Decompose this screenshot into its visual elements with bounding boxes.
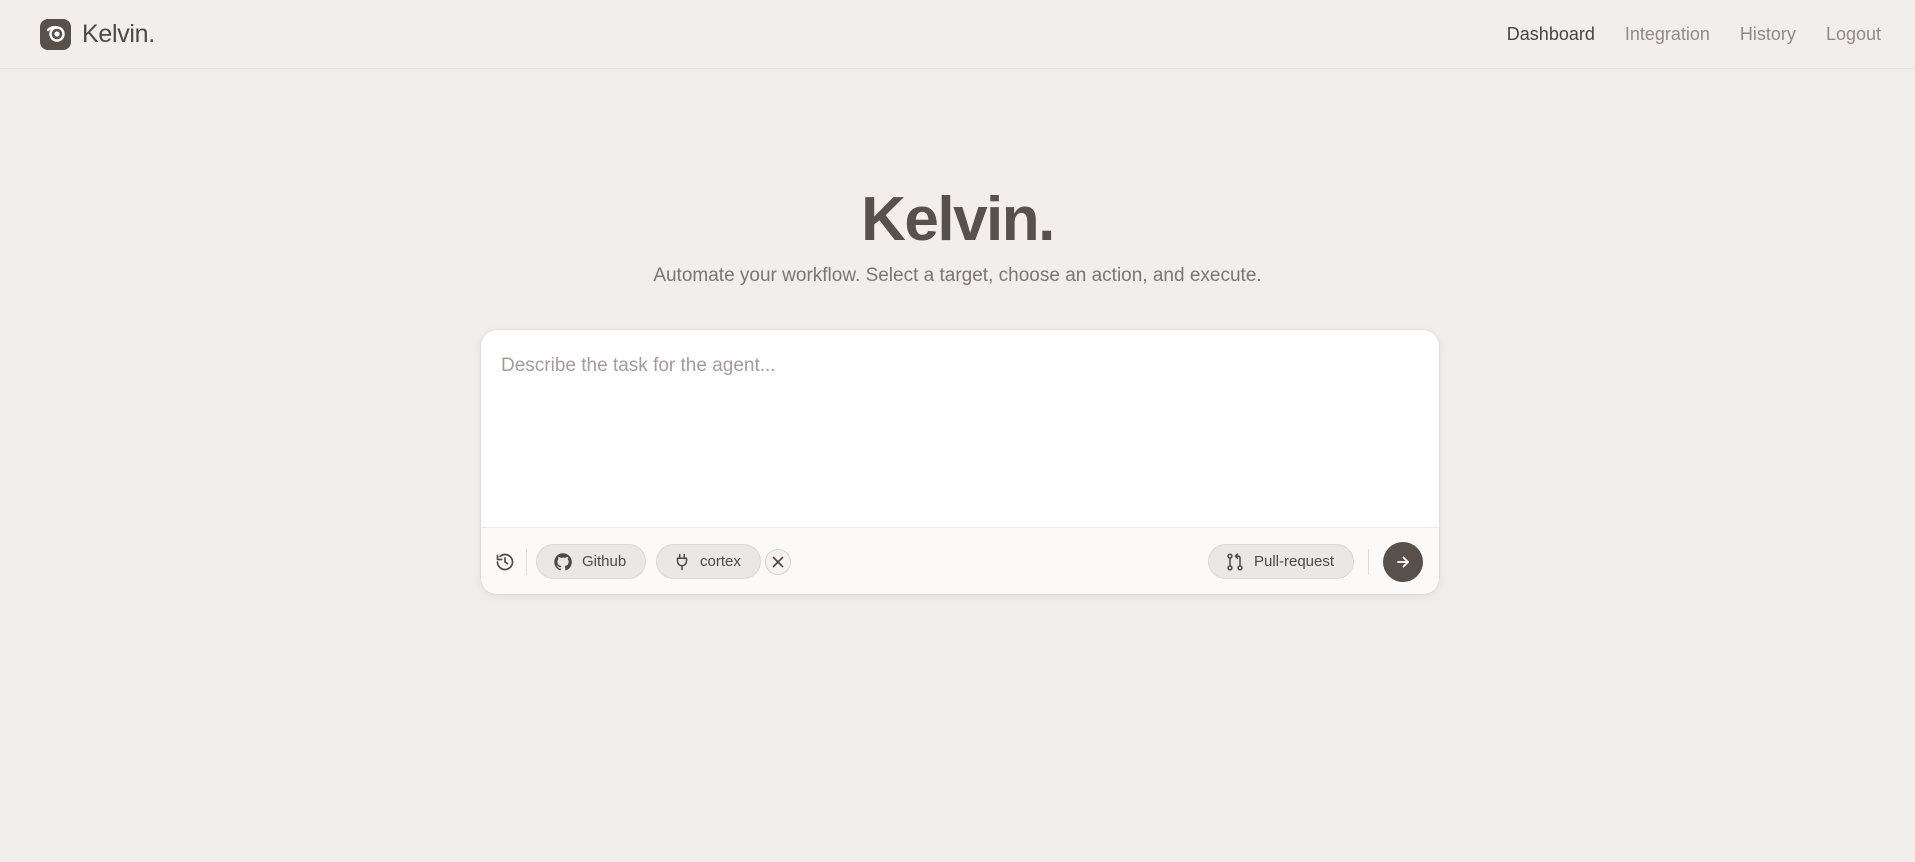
source-chip-label: Github [582, 553, 627, 570]
brand-home-link[interactable]: Kelvin. [40, 18, 155, 50]
nav-history[interactable]: History [1740, 24, 1796, 45]
toolbar-divider [526, 549, 527, 575]
action-chip-pull-request[interactable]: Pull-request [1208, 544, 1354, 579]
close-icon[interactable] [765, 549, 791, 575]
brand-name: Kelvin. [82, 19, 155, 48]
task-composer: Github cortex [481, 330, 1439, 594]
send-button[interactable] [1383, 542, 1423, 582]
history-icon[interactable] [494, 551, 516, 573]
hero-subtitle: Automate your workflow. Select a target,… [653, 265, 1262, 286]
nav-dashboard[interactable]: Dashboard [1507, 24, 1595, 45]
integration-chip-label: cortex [700, 553, 741, 570]
composer-toolbar: Github cortex Pull-request [481, 527, 1439, 594]
nav-logout[interactable]: Logout [1826, 24, 1881, 45]
integration-chip-cortex[interactable]: cortex [656, 544, 761, 579]
action-chip-label: Pull-request [1254, 553, 1335, 570]
arrow-right-icon [1395, 554, 1411, 570]
nav-integration[interactable]: Integration [1625, 24, 1710, 45]
main-nav: Dashboard Integration History Logout [1507, 24, 1881, 45]
top-nav-bar: Kelvin. Dashboard Integration History Lo… [0, 0, 1915, 69]
hero-title: Kelvin. [861, 185, 1055, 254]
plug-icon [673, 553, 691, 571]
git-pull-request-icon [1225, 552, 1245, 572]
task-description-input[interactable] [481, 330, 1439, 527]
source-chip-github[interactable]: Github [536, 544, 646, 579]
github-icon [553, 552, 573, 572]
toolbar-divider [1368, 549, 1369, 575]
kelvin-logo-icon [40, 18, 71, 50]
